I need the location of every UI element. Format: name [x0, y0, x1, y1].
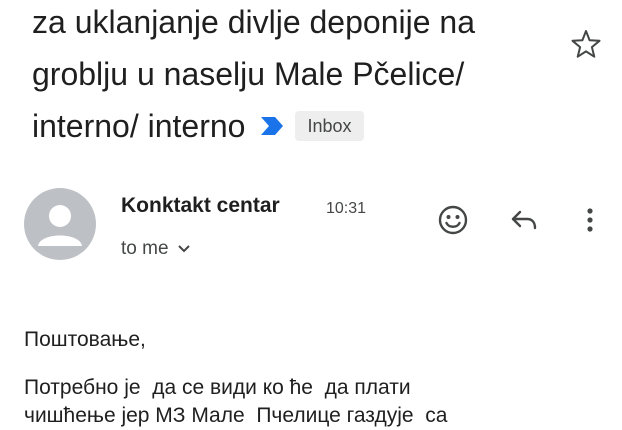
body-line-1: Потребно је да се види ко ће да плати — [24, 376, 411, 399]
body-paragraph: Потребно је да се види ко ће да плати чи… — [24, 374, 447, 430]
subject-line-1: za uklanjanje divlje deponije na — [32, 4, 475, 40]
subject-line-3-row: interno/ interno Inbox — [32, 100, 552, 152]
sender-name[interactable]: Konktakt centar — [121, 194, 280, 218]
body-line-2: чишћење јер МЗ Мале Пчелице газдује са — [24, 404, 448, 427]
subject-line-3: interno/ interno — [32, 108, 246, 144]
sender-avatar[interactable] — [24, 188, 96, 260]
chevron-down-icon — [177, 245, 190, 253]
person-avatar-icon — [38, 205, 82, 246]
email-time: 10:31 — [326, 200, 367, 217]
more-vert-icon[interactable] — [572, 202, 608, 238]
recipients-toggle[interactable]: to me — [121, 238, 191, 260]
importance-marker-icon[interactable] — [259, 115, 285, 137]
reply-icon[interactable] — [506, 202, 542, 238]
recipient-text: to me — [121, 238, 169, 259]
inbox-label-chip[interactable]: Inbox — [295, 111, 364, 141]
subject-line-2: groblju u naselju Male Pčelice/ — [32, 56, 465, 92]
star-icon[interactable] — [568, 26, 604, 62]
email-subject: za uklanjanje divlje deponije na groblju… — [32, 0, 552, 152]
body-greeting: Поштовање, — [24, 328, 146, 351]
emoji-reaction-icon[interactable] — [435, 202, 471, 238]
